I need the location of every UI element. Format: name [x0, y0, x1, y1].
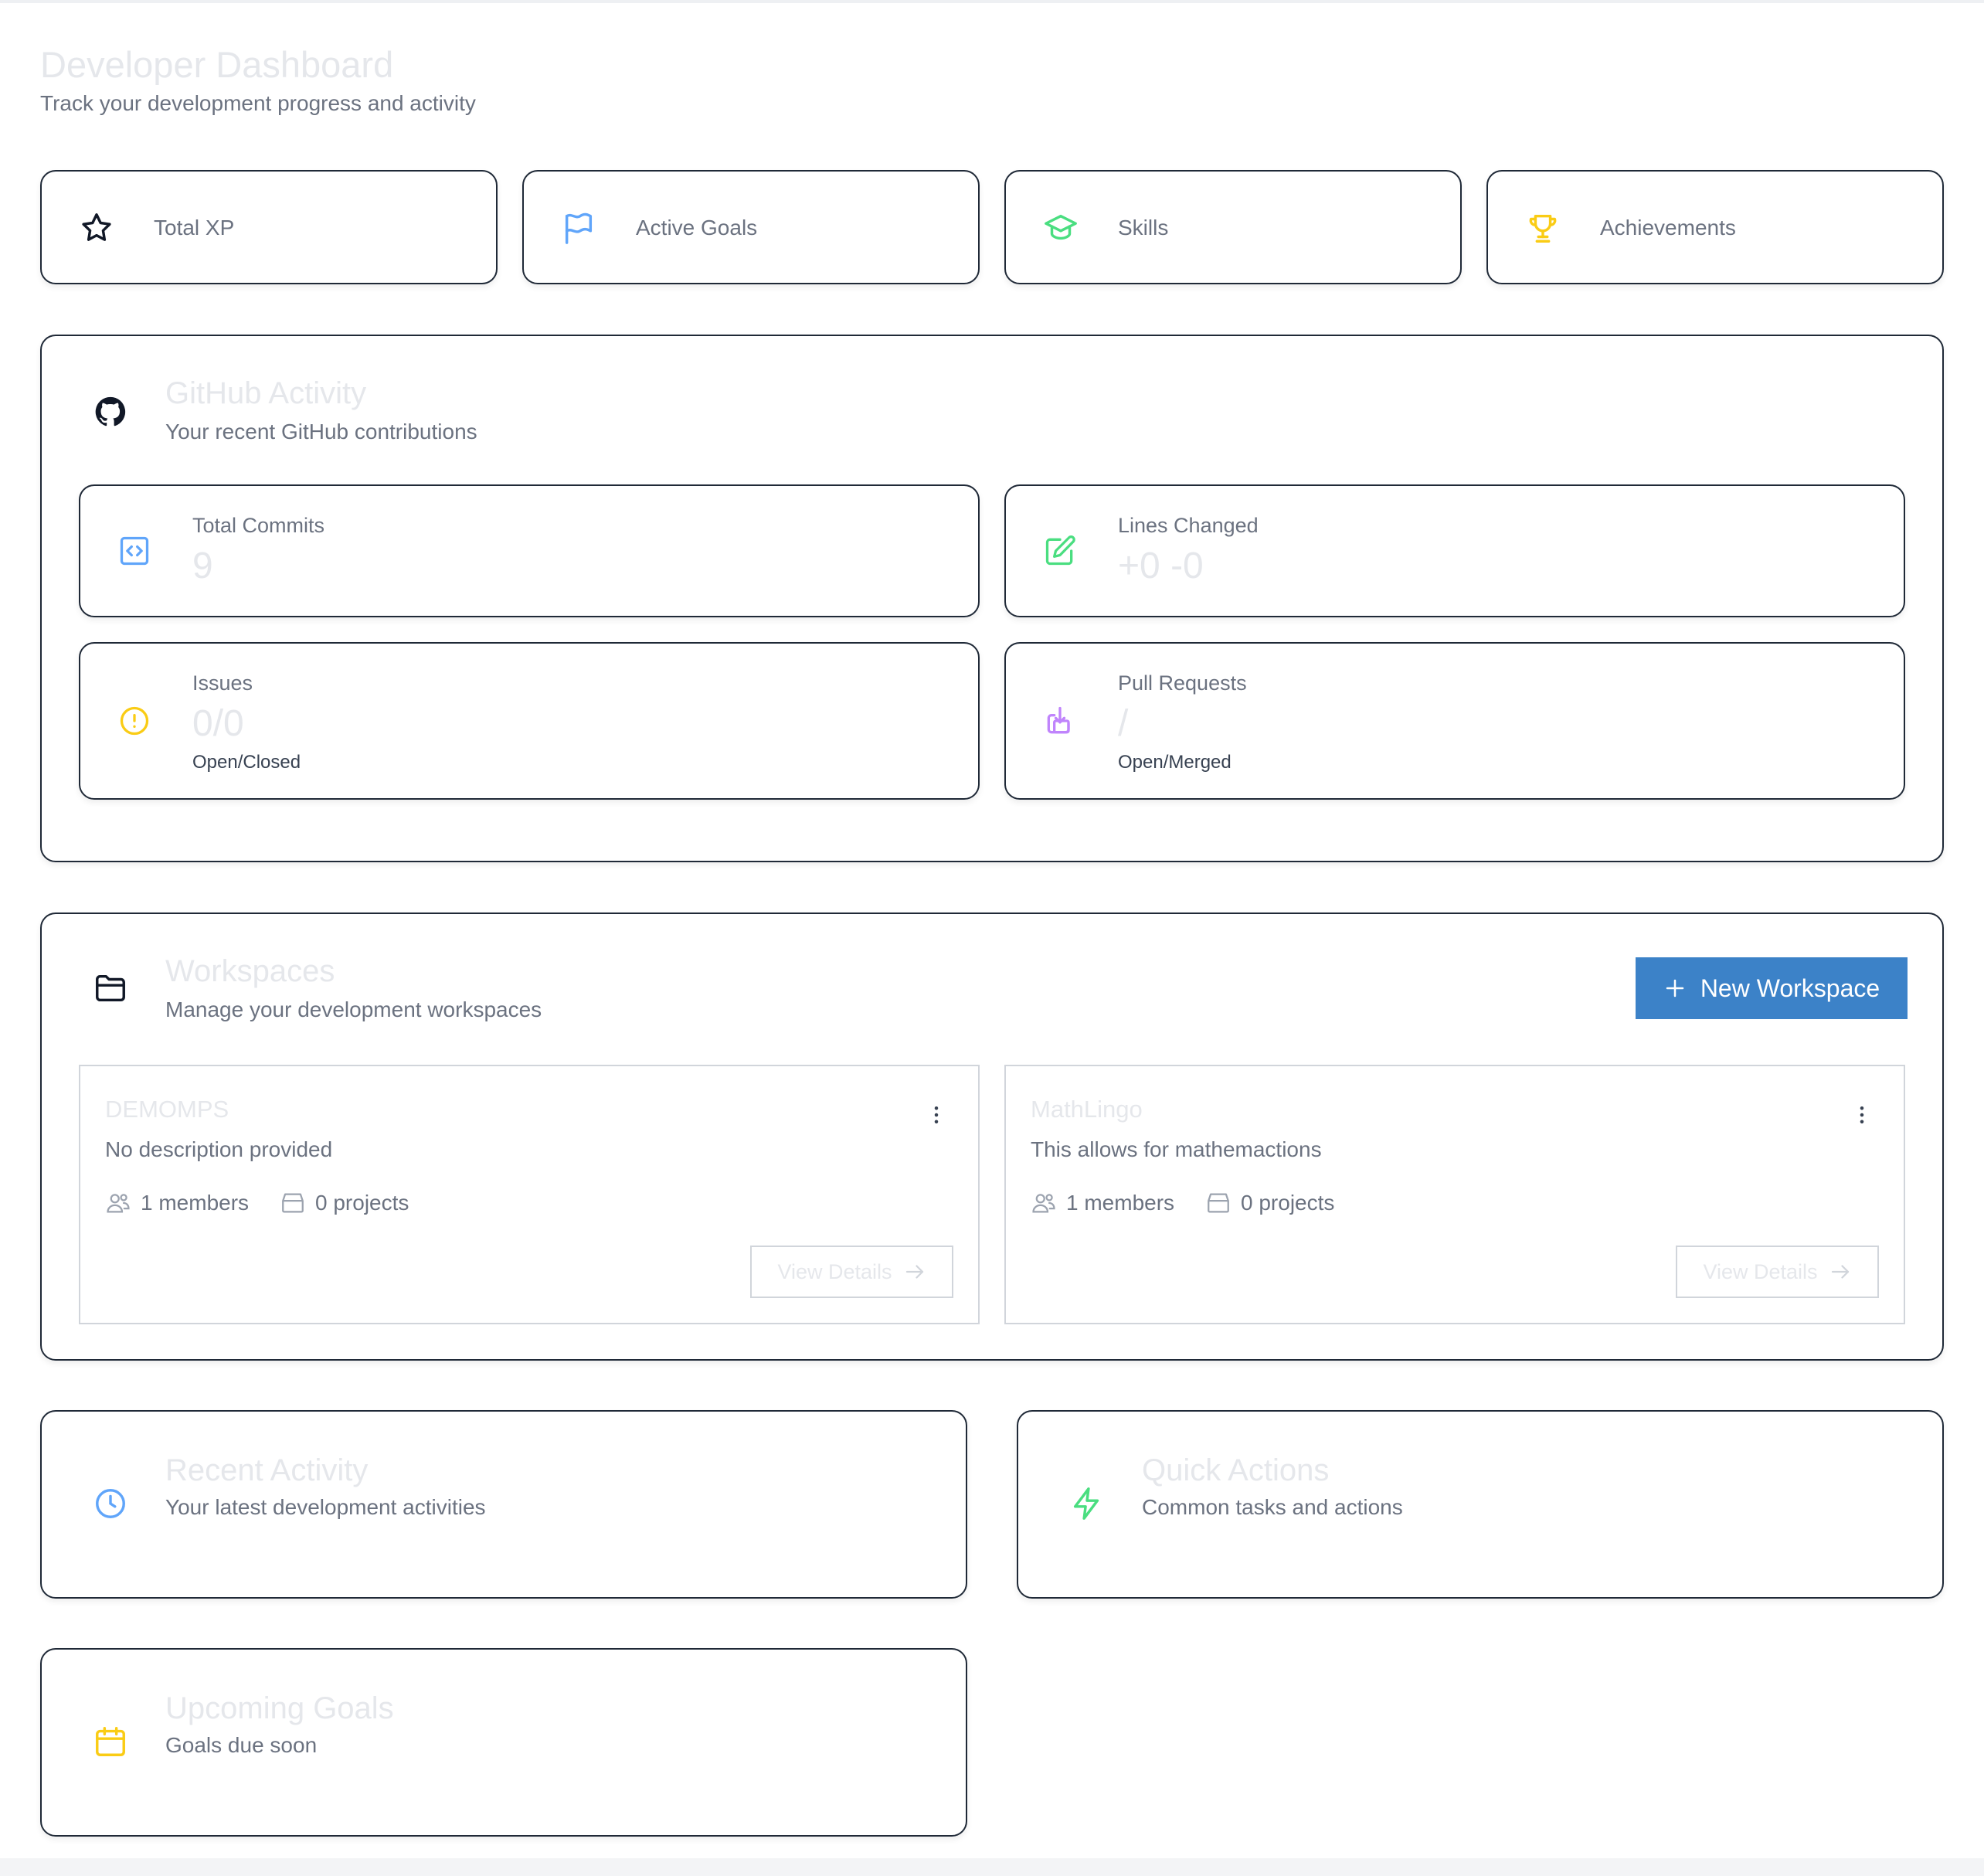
lines-changed-card: Lines Changed +0 -0 — [1004, 484, 1905, 617]
git-pull-request-icon — [1043, 704, 1077, 738]
issues-label: Issues — [192, 671, 253, 695]
stat-label: Skills — [1118, 216, 1169, 240]
archive-icon — [280, 1190, 306, 1216]
page-title: Developer Dashboard — [40, 44, 394, 85]
view-details-label: View Details — [777, 1259, 892, 1283]
github-activity-section: GitHub Activity Your recent GitHub contr… — [40, 335, 1944, 862]
workspaces-subtitle: Manage your development workspaces — [165, 997, 542, 1021]
workspace-members-text: 1 members — [1066, 1191, 1175, 1215]
code-icon — [117, 534, 151, 568]
upcoming-goals-card: Upcoming Goals Goals due soon — [40, 1648, 967, 1837]
workspace-name: MathLingo — [1031, 1096, 1143, 1123]
graduation-cap-icon — [1043, 210, 1079, 246]
stat-card-achievements: Achievements — [1486, 170, 1944, 284]
stat-label: Achievements — [1600, 216, 1736, 240]
stat-label: Active Goals — [636, 216, 758, 240]
issues-card: Issues 0/0 Open/Closed — [79, 642, 980, 800]
alert-circle-icon — [117, 704, 151, 738]
workspace-members: 1 members — [1031, 1190, 1174, 1216]
flag-icon — [561, 210, 596, 246]
clock-icon — [93, 1486, 128, 1521]
workspace-description: No description provided — [105, 1137, 333, 1161]
page-subtitle: Track your development progress and acti… — [40, 91, 476, 115]
pull-requests-label: Pull Requests — [1118, 671, 1247, 695]
more-vertical-icon[interactable] — [1856, 1103, 1868, 1127]
total-commits-value: 9 — [192, 545, 213, 586]
recent-activity-subtitle: Your latest development activities — [165, 1495, 486, 1519]
workspace-name: DEMOMPS — [105, 1096, 229, 1123]
pull-requests-card: Pull Requests / Open/Merged — [1004, 642, 1905, 800]
github-icon — [93, 394, 128, 430]
new-workspace-button[interactable]: New Workspace — [1636, 957, 1908, 1019]
quick-actions-subtitle: Common tasks and actions — [1142, 1495, 1403, 1519]
archive-icon — [1205, 1190, 1232, 1216]
quick-actions-card: Quick Actions Common tasks and actions — [1017, 1410, 1944, 1599]
edit-icon — [1043, 534, 1077, 568]
arrow-right-icon — [1829, 1260, 1852, 1283]
zap-icon — [1069, 1486, 1105, 1521]
users-icon — [105, 1190, 131, 1216]
stat-card-skills: Skills — [1004, 170, 1462, 284]
total-commits-label: Total Commits — [192, 514, 325, 537]
folder-icon — [93, 970, 128, 1006]
github-activity-title: GitHub Activity — [165, 376, 367, 410]
bottom-band — [0, 1858, 1984, 1876]
view-details-button[interactable]: View Details — [1676, 1246, 1879, 1298]
new-workspace-label: New Workspace — [1700, 974, 1880, 1002]
lines-changed-label: Lines Changed — [1118, 514, 1259, 537]
view-details-button[interactable]: View Details — [750, 1246, 953, 1298]
workspace-card: DEMOMPS No description provided 1 member… — [79, 1065, 980, 1324]
workspace-projects: 0 projects — [1205, 1190, 1334, 1216]
issues-value: 0/0 — [192, 703, 244, 744]
upcoming-goals-title: Upcoming Goals — [165, 1691, 394, 1725]
pull-requests-value: / — [1118, 703, 1129, 744]
stat-label: Total XP — [154, 216, 235, 240]
issues-caption: Open/Closed — [192, 752, 301, 773]
trophy-icon — [1525, 210, 1561, 246]
workspaces-section: Workspaces Manage your development works… — [40, 913, 1944, 1361]
view-details-label: View Details — [1703, 1259, 1818, 1283]
star-icon — [79, 210, 114, 246]
calendar-icon — [93, 1724, 128, 1759]
workspaces-title: Workspaces — [165, 954, 335, 988]
plus-icon — [1663, 977, 1687, 1000]
more-vertical-icon[interactable] — [930, 1103, 943, 1127]
workspace-card: MathLingo This allows for mathemactions … — [1004, 1065, 1905, 1324]
lines-changed-value: +0 -0 — [1118, 545, 1204, 586]
recent-activity-title: Recent Activity — [165, 1453, 369, 1487]
stat-card-active-goals: Active Goals — [522, 170, 980, 284]
recent-activity-card: Recent Activity Your latest development … — [40, 1410, 967, 1599]
workspace-description: This allows for mathemactions — [1031, 1137, 1322, 1161]
quick-actions-title: Quick Actions — [1142, 1453, 1330, 1487]
stat-card-total-xp: Total XP — [40, 170, 498, 284]
upcoming-goals-subtitle: Goals due soon — [165, 1733, 318, 1757]
arrow-right-icon — [903, 1260, 926, 1283]
workspace-projects-text: 0 projects — [315, 1191, 409, 1215]
users-icon — [1031, 1190, 1057, 1216]
workspace-projects: 0 projects — [280, 1190, 409, 1216]
workspace-members-text: 1 members — [141, 1191, 250, 1215]
workspace-members: 1 members — [105, 1190, 249, 1216]
workspace-projects-text: 0 projects — [1241, 1191, 1335, 1215]
top-border — [0, 0, 1984, 3]
pull-requests-caption: Open/Merged — [1118, 752, 1232, 773]
total-commits-card: Total Commits 9 — [79, 484, 980, 617]
github-activity-subtitle: Your recent GitHub contributions — [165, 420, 477, 444]
